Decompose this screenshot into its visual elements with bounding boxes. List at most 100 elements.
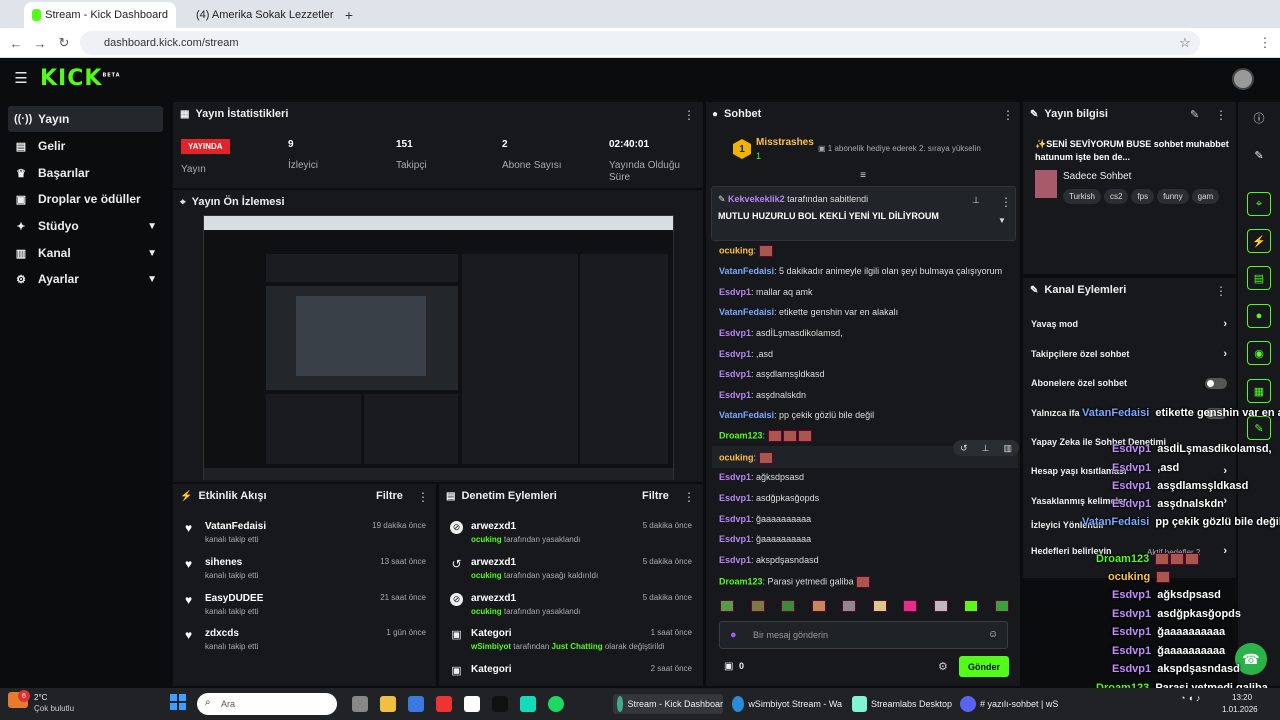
emote-3-icon[interactable] (781, 600, 796, 612)
youtube-icon[interactable] (436, 696, 452, 712)
stream-preview-video[interactable] (203, 215, 674, 480)
chat-user[interactable]: Esdvp1 (719, 472, 751, 482)
chat-menu-icon[interactable]: ⋮ (1002, 108, 1014, 122)
chat-message[interactable]: VatanFedaisi: etikette genshin var en al… (719, 307, 898, 317)
info-menu-icon[interactable]: ⋮ (1215, 108, 1227, 122)
action-subs-only[interactable]: Abonelere özel sohbet (1031, 377, 1227, 389)
emote-6-icon[interactable] (872, 600, 887, 612)
emote-8-icon[interactable] (933, 600, 948, 612)
chat-message[interactable]: ocuking: (719, 452, 774, 464)
chat-message[interactable]: Esdvp1: ,asd (719, 349, 773, 359)
file-explorer-icon[interactable] (380, 696, 396, 712)
chat-user[interactable]: Esdvp1 (719, 514, 751, 524)
chat-input[interactable]: ● Bir mesaj gönderin ☺ (719, 621, 1008, 649)
hamburger-menu-icon[interactable]: ☰ (12, 70, 30, 87)
back-icon[interactable]: ← (6, 33, 26, 53)
chat-message[interactable]: Esdvp1: asşdnalskdn (719, 390, 806, 400)
subs-only-toggle[interactable] (1205, 377, 1227, 389)
chat-message[interactable]: Esdvp1: asdğpkasğopds (719, 493, 819, 503)
stats-toggle-icon[interactable]: ▦ (1247, 379, 1271, 403)
action-followers-only[interactable]: Takipçilere özel sohbet › (1031, 348, 1227, 360)
pin-icon[interactable]: ⊥ (982, 443, 990, 454)
emote-4-icon[interactable] (811, 600, 826, 612)
emote-9-icon[interactable] (964, 600, 979, 612)
mic-icon[interactable]: ● (730, 629, 737, 641)
task-view-icon[interactable] (352, 696, 368, 712)
chat-message[interactable]: Droam123: Parasi yetmedi galiba (719, 576, 871, 588)
tiktok-icon[interactable] (492, 696, 508, 712)
preview-toggle-icon[interactable]: ⌖ (1247, 192, 1271, 216)
unpin-icon[interactable]: ⊥ (971, 195, 981, 205)
chat-message[interactable]: VatanFedaisi: 5 dakikadır animeyle ilgil… (719, 266, 1002, 276)
pinned-user[interactable]: Kekvekeklik2 (728, 194, 785, 204)
moderation-filter-button[interactable]: Filtre (642, 490, 669, 502)
chat-message[interactable]: Esdvp1: ağksdpsasd (719, 472, 804, 482)
chat-message[interactable]: Esdvp1: ğaaaaaaaaaa (719, 534, 811, 544)
chat-message[interactable]: Droam123: (719, 430, 813, 442)
chat-toggle-icon[interactable]: ● (1247, 304, 1271, 328)
forward-icon[interactable]: → (30, 33, 50, 53)
url-field[interactable]: dashboard.kick.com/stream (80, 31, 1200, 55)
collapse-icon[interactable]: ≡ (856, 170, 870, 181)
chat-message[interactable]: Esdvp1: mallar aq amk (719, 287, 813, 297)
activity-menu-icon[interactable]: ⋮ (417, 490, 429, 504)
chat-user[interactable]: Droam123 (719, 576, 763, 586)
taskbar-app-chrome[interactable]: Stream - Kick Dashboar (613, 694, 723, 714)
browser-tab-youtube[interactable]: (4) Amerika Sokak Lezzetleri ! (184, 2, 334, 28)
edit-icon[interactable]: ✎ (1190, 108, 1199, 121)
activity-toggle-icon[interactable]: ⚡ (1247, 229, 1271, 253)
chat-user[interactable]: Esdvp1 (719, 534, 751, 544)
clock-date[interactable]: 1.01.2026 (1222, 705, 1258, 714)
sidebar-item-studyo[interactable]: ✦ Stüdyo ▼ (8, 213, 163, 239)
emote-2-icon[interactable] (750, 600, 765, 612)
chat-user[interactable]: VatanFedaisi (719, 266, 774, 276)
reload-icon[interactable]: ↻ (54, 33, 74, 53)
emote-7-icon[interactable] (903, 600, 918, 612)
chat-message[interactable]: ocuking: (719, 245, 774, 257)
actions-menu-icon[interactable]: ⋮ (1215, 284, 1227, 298)
chat-user[interactable]: Esdvp1 (719, 287, 751, 297)
chat-message[interactable]: Esdvp1: asşdlamsşldkasd (719, 369, 825, 379)
bookmark-star-icon[interactable]: ☆ (1175, 33, 1195, 53)
windows-start-icon[interactable] (170, 694, 186, 710)
new-tab-icon[interactable]: + (340, 6, 358, 24)
actions-toggle-icon[interactable]: ✎ (1247, 416, 1271, 440)
taskbar-search[interactable]: ⌕ Ara (197, 693, 337, 715)
sidebar-item-basarilar[interactable]: ♛ Başarılar (8, 160, 163, 186)
top-gifter-name[interactable]: Misstrashes (756, 137, 814, 148)
chat-user[interactable]: Esdvp1 (719, 390, 751, 400)
sidebar-item-kanal[interactable]: ▥ Kanal ▼ (8, 240, 163, 266)
kick-logo[interactable]: KICKBETA (40, 66, 121, 91)
taskbar-app-edge[interactable]: wSimbiyot Stream - Wa (732, 694, 842, 714)
outlook-icon[interactable] (408, 696, 424, 712)
taskbar-app-streamlabs[interactable]: Streamlabs Desktop (852, 694, 952, 714)
chat-user[interactable]: ocuking (719, 452, 754, 462)
chat-user[interactable]: Esdvp1 (719, 555, 751, 565)
chat-user[interactable]: Droam123 (719, 430, 763, 440)
chat-message[interactable]: Esdvp1: ğaaaaaaaaaa (719, 514, 811, 524)
send-button[interactable]: Gönder (959, 656, 1009, 677)
taskbar-app-discord[interactable]: # yazılı-sohbet | wS (960, 694, 1070, 714)
action-slow-mode[interactable]: Yavaş mod › (1031, 318, 1227, 330)
sidebar-item-yayin[interactable]: ((·)) Yayın (8, 106, 163, 132)
chat-message[interactable]: Esdvp1: asdİLşmasdikolamsd, (719, 328, 843, 338)
chevron-down-icon[interactable]: ▼ (997, 215, 1007, 225)
clock-time[interactable]: 13:20 (1232, 693, 1252, 702)
system-tray-icons[interactable]: ◔ ◖ ♪ (1180, 693, 1200, 703)
app-icon[interactable] (464, 696, 480, 712)
app2-icon[interactable] (520, 696, 536, 712)
avatar[interactable] (1232, 68, 1254, 90)
delete-icon[interactable]: ▥ (1003, 443, 1012, 454)
activity-filter-button[interactable]: Filtre (376, 490, 403, 502)
chat-user[interactable]: ocuking (719, 245, 754, 255)
sidebar-item-droplar[interactable]: ▣ Droplar ve ödüller (8, 186, 163, 212)
chat-user[interactable]: Esdvp1 (719, 349, 751, 359)
stats-menu-icon[interactable]: ⋮ (683, 108, 695, 122)
emote-5-icon[interactable] (842, 600, 857, 612)
chat-message[interactable]: Esdvp1: akspdşasndasd (719, 555, 819, 565)
spotify-icon[interactable] (548, 696, 564, 712)
info-circle-icon[interactable]: ⓘ (1247, 106, 1271, 130)
chat-user[interactable]: VatanFedaisi (719, 410, 774, 420)
moderation-toggle-icon[interactable]: ▤ (1247, 266, 1271, 290)
pinned-menu-icon[interactable]: ⋮ (1000, 195, 1012, 209)
